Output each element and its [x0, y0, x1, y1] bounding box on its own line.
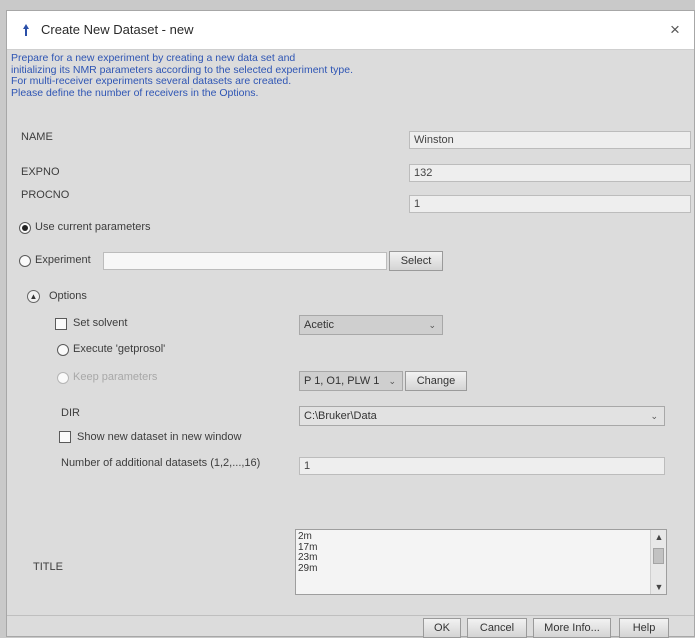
info-line: Please define the number of receivers in…: [11, 86, 259, 99]
show-new-dataset-checkbox[interactable]: [59, 431, 71, 443]
set-solvent-label: Set solvent: [73, 317, 128, 329]
procno-label: PROCNO: [21, 189, 70, 201]
name-label: NAME: [21, 131, 53, 143]
execute-getprosol-label: Execute 'getprosol': [73, 343, 166, 355]
solvent-dropdown[interactable]: Acetic ⌄: [299, 315, 443, 335]
title-label: TITLE: [33, 561, 63, 573]
use-current-radio[interactable]: [19, 222, 31, 234]
title-scrollbar[interactable]: ▲ ▼: [650, 530, 666, 594]
title-line: 29m: [298, 562, 318, 574]
info-line: Prepare for a new experiment by creating…: [11, 52, 296, 64]
window-title: Create New Dataset - new: [41, 22, 194, 37]
chevron-down-icon: ⌄: [428, 320, 436, 330]
ok-button[interactable]: OK: [423, 618, 461, 638]
title-line: 2m: [298, 531, 312, 542]
title-bar: Create New Dataset - new ×: [7, 11, 694, 50]
more-info-button[interactable]: More Info...: [533, 618, 611, 638]
close-button[interactable]: ×: [666, 20, 684, 40]
execute-getprosol-radio[interactable]: [57, 344, 69, 356]
create-dataset-dialog: Create New Dataset - new × Prepare for a…: [6, 10, 695, 638]
footer-divider: [7, 615, 694, 616]
experiment-input[interactable]: [103, 252, 387, 270]
experiment-radio[interactable]: [19, 255, 31, 267]
dir-dropdown[interactable]: C:\Bruker\Data ⌄: [299, 406, 665, 426]
additional-datasets-label: Number of additional datasets (1,2,...,1…: [61, 457, 261, 469]
change-button[interactable]: Change: [405, 371, 467, 391]
procno-input[interactable]: [409, 195, 691, 213]
dir-label: DIR: [61, 407, 80, 419]
chevron-down-icon[interactable]: ▼: [653, 582, 665, 592]
experiment-label: Experiment: [35, 254, 91, 266]
help-button[interactable]: Help: [619, 618, 669, 638]
scroll-thumb[interactable]: [653, 548, 664, 564]
chevron-down-icon: ⌄: [650, 411, 658, 421]
title-text: 2m 17m 23m 29m: [298, 531, 318, 574]
chevron-down-icon: ⌄: [388, 376, 396, 386]
keep-parameters-dropdown[interactable]: P 1, O1, PLW 1 ⌄: [299, 371, 403, 391]
additional-datasets-input[interactable]: [299, 457, 665, 475]
keep-parameters-label: Keep parameters: [73, 371, 158, 383]
name-input[interactable]: [409, 131, 691, 149]
show-new-dataset-label: Show new dataset in new window: [77, 431, 242, 443]
title-line: 23m: [298, 552, 318, 563]
cancel-button[interactable]: Cancel: [467, 618, 527, 638]
bruker-app-icon: [23, 24, 29, 36]
options-collapse-icon[interactable]: ▲: [27, 290, 40, 303]
chevron-up-icon[interactable]: ▲: [653, 532, 665, 542]
set-solvent-checkbox[interactable]: [55, 318, 67, 330]
title-textarea[interactable]: 2m 17m 23m 29m ▲ ▼: [295, 529, 667, 595]
dir-value: C:\Bruker\Data: [304, 410, 377, 422]
keep-parameters-value: P 1, O1, PLW 1: [304, 375, 380, 387]
expno-label: EXPNO: [21, 166, 60, 178]
expno-input[interactable]: [409, 164, 691, 182]
keep-parameters-radio[interactable]: [57, 372, 69, 384]
solvent-value: Acetic: [304, 319, 334, 331]
info-text: Prepare for a new experiment by creating…: [11, 52, 353, 99]
use-current-label: Use current parameters: [35, 221, 151, 233]
select-button[interactable]: Select: [389, 251, 443, 271]
options-label[interactable]: Options: [49, 290, 87, 302]
